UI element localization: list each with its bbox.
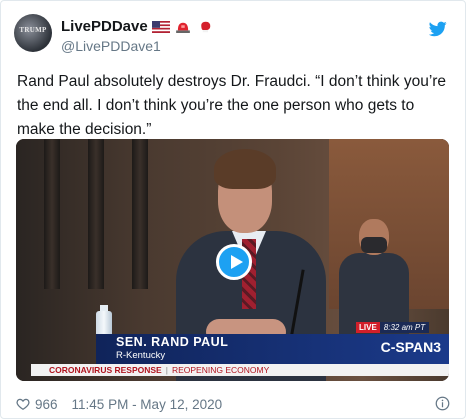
lower-third: SEN. RAND PAUL R-Kentucky C-SPAN3 xyxy=(96,334,449,364)
tweet-text: Rand Paul absolutely destroys Dr. Fraudc… xyxy=(17,73,447,138)
like-count[interactable]: 966 xyxy=(35,397,58,412)
video-player[interactable]: LIVE 8:32 am PT SEN. RAND PAUL R-Kentuck… xyxy=(16,139,449,381)
display-name[interactable]: LivePDDave xyxy=(61,18,148,35)
curtain-panel xyxy=(44,139,60,289)
info-icon[interactable] xyxy=(435,396,450,411)
boxing-glove-icon xyxy=(200,21,210,32)
live-label: LIVE xyxy=(356,322,380,333)
lower-third-name: SEN. RAND PAUL xyxy=(116,335,229,349)
ticker-secondary: REOPENING ECONOMY xyxy=(171,365,270,375)
tweet-card: TRUMP LivePDDave @LivePDDave1 Rand Paul … xyxy=(0,0,466,419)
heart-icon[interactable] xyxy=(16,397,30,411)
live-time: 8:32 am PT xyxy=(379,322,430,333)
name-row: LivePDDave xyxy=(61,18,214,35)
network-logo: C-SPAN3 xyxy=(380,339,441,355)
ticker-primary: CORONAVIRUS RESPONSE xyxy=(49,365,162,375)
news-ticker: CORONAVIRUS RESPONSE | REOPENING ECONOMY xyxy=(31,364,449,376)
timestamp[interactable]: 11:45 PM - May 12, 2020 xyxy=(72,397,223,412)
avatar-text: TRUMP xyxy=(19,26,47,34)
ticker-separator: | xyxy=(165,365,168,375)
curtain-panel xyxy=(132,139,148,289)
tweet-footer: 966 11:45 PM - May 12, 2020 xyxy=(16,395,452,413)
live-indicator: LIVE 8:32 am PT xyxy=(356,322,430,333)
siren-icon xyxy=(175,22,190,33)
curtain-panel xyxy=(88,139,104,289)
avatar[interactable]: TRUMP xyxy=(14,14,52,52)
play-icon[interactable] xyxy=(216,244,252,280)
handle[interactable]: @LivePDDave1 xyxy=(61,38,161,54)
us-flag-icon xyxy=(151,20,170,33)
twitter-logo-icon[interactable] xyxy=(429,21,447,37)
lower-third-state: R-Kentucky xyxy=(116,350,166,361)
